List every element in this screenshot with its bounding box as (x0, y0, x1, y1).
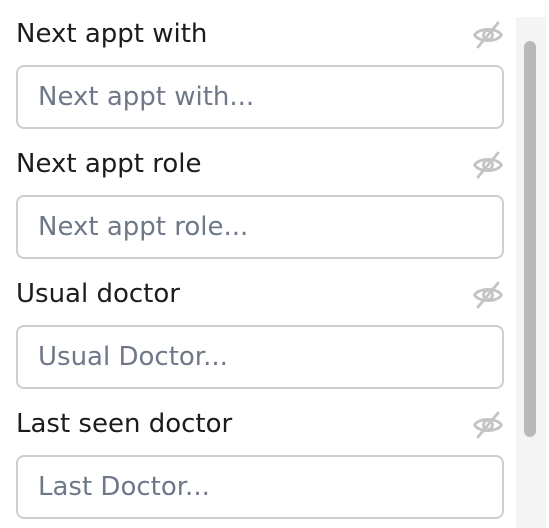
settings-panel: Next appt with Next appt role Usual doct… (0, 0, 549, 528)
usual-doctor-input[interactable] (16, 325, 504, 389)
eye-slash-icon[interactable] (472, 409, 504, 441)
next-appt-role-input[interactable] (16, 195, 504, 259)
field-label: Next appt role (16, 149, 202, 179)
field-label: Last seen doctor (16, 409, 233, 439)
eye-slash-icon[interactable] (472, 149, 504, 181)
field-label: Usual doctor (16, 279, 180, 309)
eye-slash-icon[interactable] (472, 19, 504, 51)
eye-slash-icon[interactable] (472, 279, 504, 311)
scrollbar-thumb[interactable] (524, 41, 536, 437)
field-label: Next appt with (16, 19, 208, 49)
next-appt-with-input[interactable] (16, 65, 504, 129)
last-seen-doctor-input[interactable] (16, 455, 504, 519)
